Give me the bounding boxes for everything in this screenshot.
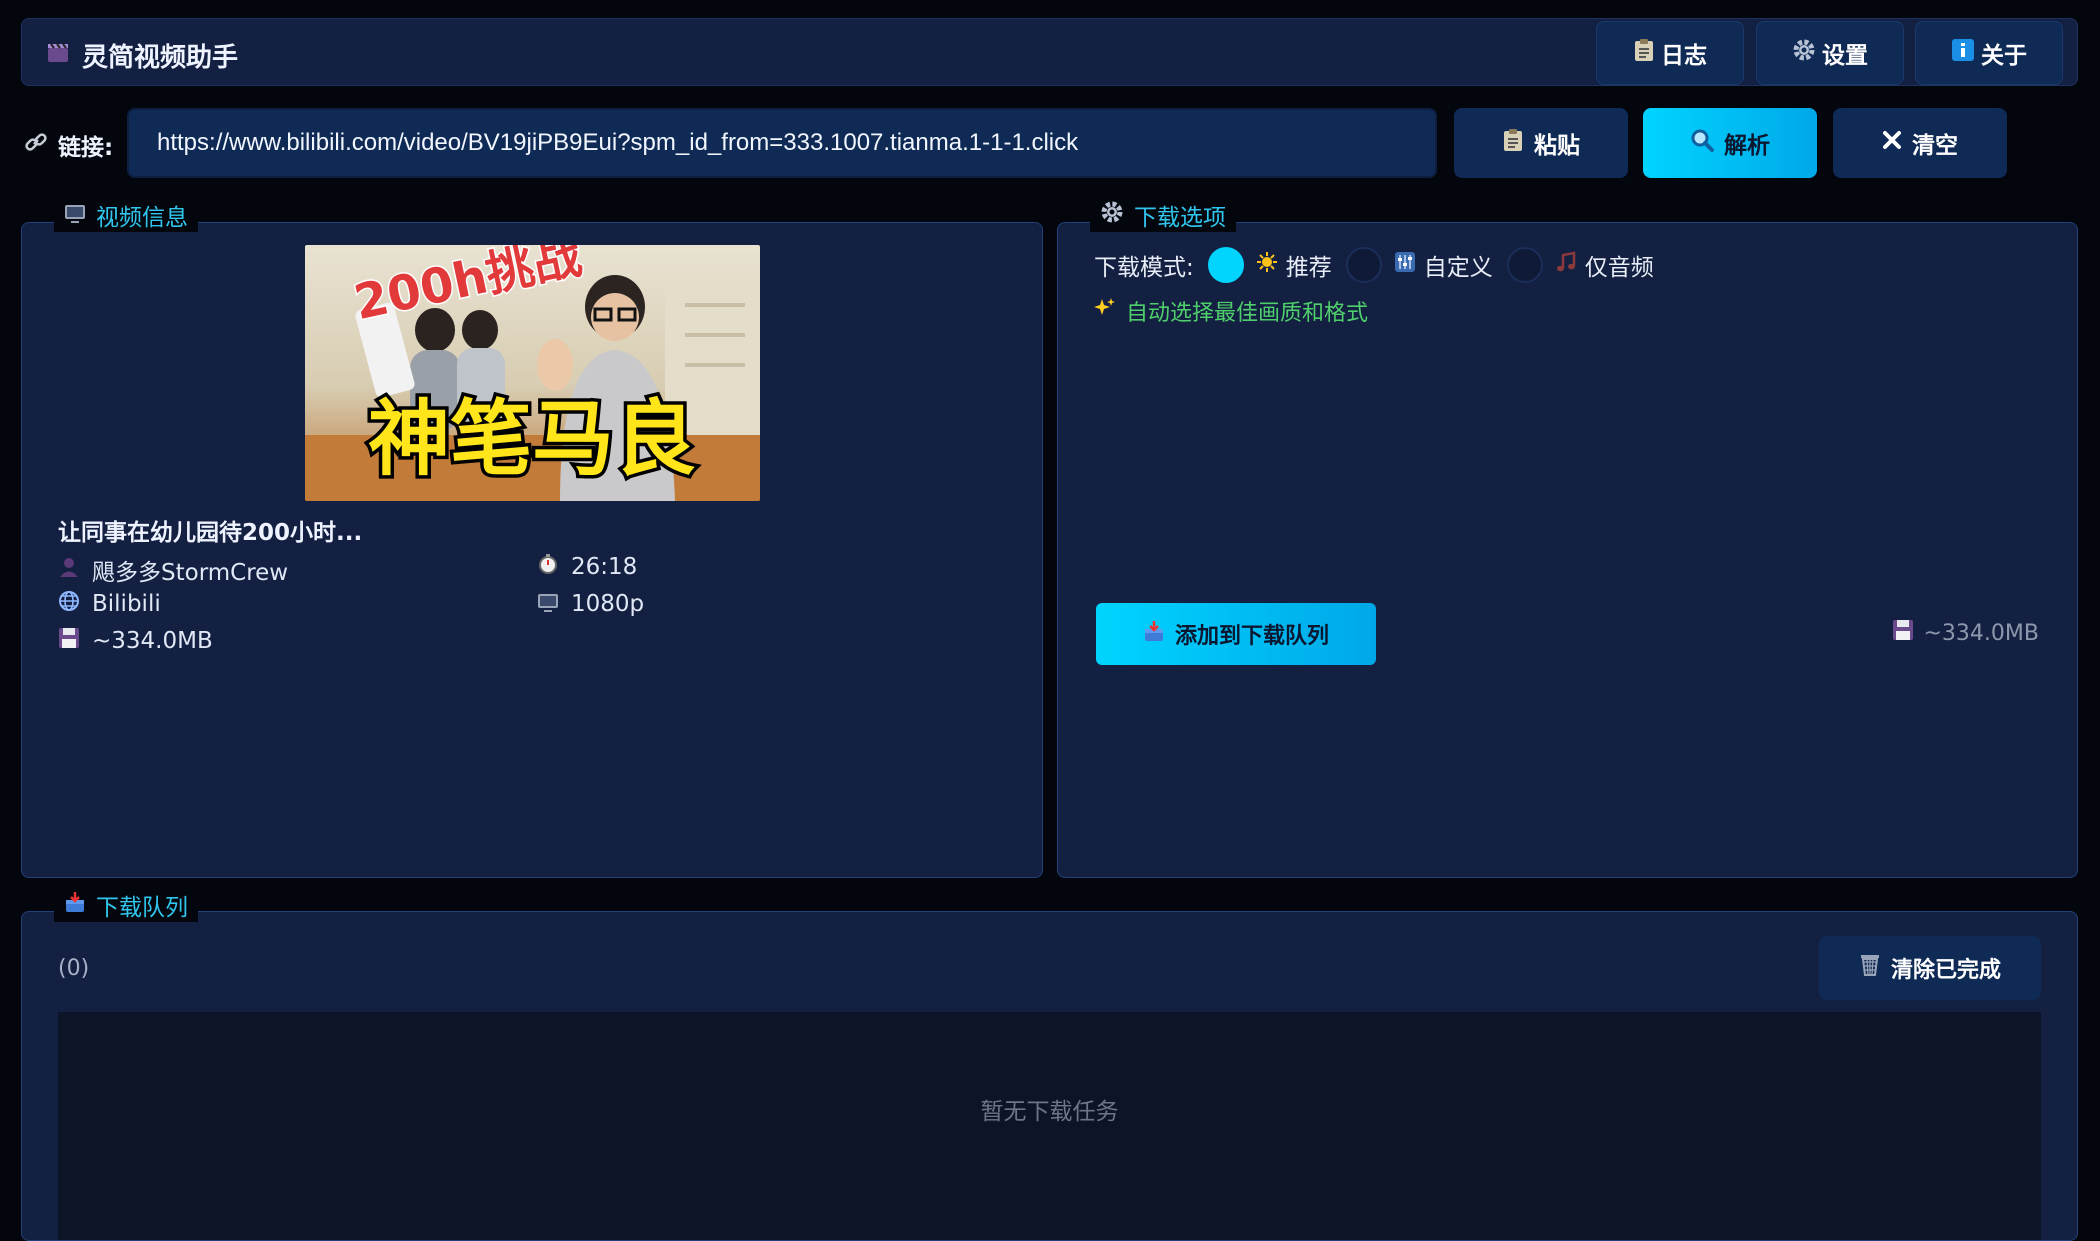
- music-note-icon: [1555, 251, 1577, 279]
- sun-icon: [1256, 251, 1278, 279]
- mode-label: 下载模式:: [1094, 255, 1194, 281]
- url-label: 链接:: [24, 128, 113, 162]
- log-label: 日志: [1661, 43, 1707, 69]
- resolution-value: 1080p: [571, 591, 645, 617]
- info-icon: [1951, 38, 1975, 68]
- mode-selector: 下载模式: 推荐 自定义 仅音频: [1094, 247, 1654, 283]
- url-input[interactable]: [127, 108, 1437, 178]
- settings-button[interactable]: 设置: [1756, 21, 1904, 85]
- option-recommended-label: 推荐: [1285, 255, 1332, 281]
- video-title: 让同事在幼儿园待200小时...: [58, 520, 363, 546]
- estimated-size-value: ~334.0MB: [1923, 620, 2040, 646]
- clipboard-icon: [1633, 38, 1655, 68]
- gear-icon: [1100, 200, 1124, 230]
- floppy-icon: [58, 627, 80, 655]
- settings-label: 设置: [1822, 43, 1868, 69]
- app-title: 灵简视频助手: [46, 37, 238, 74]
- thumbnail-caption: 神笔马良: [368, 392, 696, 487]
- video-info-panel: 200h挑战 神笔马良 让同事在幼儿园待200小时... 飓多多StormCre…: [21, 222, 1043, 878]
- clear-label: 清空: [1912, 133, 1958, 159]
- magnifier-icon: [1690, 128, 1714, 158]
- video-thumbnail: 200h挑战 神笔马良: [305, 245, 760, 501]
- estimated-size: ~334.0MB: [1892, 619, 2040, 647]
- duration-row: 26:18: [537, 553, 637, 581]
- option-audio-only-label: 仅音频: [1584, 255, 1654, 281]
- queue-count: (0): [58, 956, 90, 981]
- app-header: 灵简视频助手 日志 设置 关于: [21, 18, 2078, 86]
- about-label: 关于: [1981, 43, 2027, 69]
- tv-icon: [64, 201, 86, 229]
- download-options-legend-text: 下载选项: [1134, 205, 1226, 231]
- uploader-name: 飓多多StormCrew: [92, 560, 289, 586]
- add-to-queue-label: 添加到下载队列: [1174, 624, 1329, 649]
- link-icon: [24, 130, 48, 160]
- platform-row: Bilibili: [58, 590, 161, 618]
- size-row: ~334.0MB: [58, 627, 213, 655]
- size-value: ~334.0MB: [92, 628, 213, 654]
- cross-icon: [1882, 130, 1902, 156]
- radio-audio-only[interactable]: [1506, 247, 1543, 283]
- download-options-panel: 下载模式: 推荐 自定义 仅音频 自动选择最佳画质和格式 添加到下载队列 ~33…: [1057, 222, 2078, 878]
- tv-icon: [537, 590, 559, 618]
- option-recommended[interactable]: 推荐: [1256, 248, 1332, 282]
- about-button[interactable]: 关于: [1915, 21, 2063, 85]
- uploader-row: 飓多多StormCrew: [58, 553, 288, 587]
- option-custom-label: 自定义: [1423, 255, 1493, 281]
- inbox-icon: [1143, 620, 1165, 648]
- clapper-icon: [46, 40, 70, 71]
- inbox-icon: [64, 891, 86, 919]
- download-queue-legend-text: 下载队列: [96, 895, 188, 921]
- duration-value: 26:18: [571, 554, 638, 580]
- clear-button[interactable]: 清空: [1833, 108, 2007, 178]
- download-queue-panel: (0) 清除已完成 暂无下载任务: [21, 911, 2078, 1241]
- paste-button[interactable]: 粘贴: [1454, 108, 1628, 178]
- platform-value: Bilibili: [92, 591, 161, 617]
- globe-icon: [58, 590, 80, 618]
- person-icon: [58, 556, 80, 584]
- option-custom[interactable]: 自定义: [1394, 248, 1493, 282]
- clear-completed-button[interactable]: 清除已完成: [1819, 936, 2041, 1000]
- queue-empty-text: 暂无下载任务: [980, 1099, 1119, 1125]
- gear-icon: [1792, 38, 1816, 68]
- sparkles-icon: [1094, 297, 1116, 325]
- parse-button[interactable]: 解析: [1643, 108, 1817, 178]
- option-audio-only[interactable]: 仅音频: [1555, 248, 1654, 282]
- video-info-legend-text: 视频信息: [96, 205, 188, 231]
- download-options-legend: 下载选项: [1090, 198, 1236, 232]
- url-label-text: 链接:: [58, 135, 114, 161]
- paste-label: 粘贴: [1534, 133, 1580, 159]
- stopwatch-icon: [537, 553, 559, 581]
- trash-basket-icon: [1859, 953, 1881, 983]
- clear-completed-label: 清除已完成: [1890, 958, 2001, 983]
- sliders-icon: [1394, 251, 1416, 279]
- queue-list: 暂无下载任务: [58, 1012, 2041, 1240]
- parse-label: 解析: [1724, 133, 1770, 159]
- clipboard-icon: [1502, 128, 1524, 158]
- radio-custom[interactable]: [1345, 247, 1382, 283]
- app-title-text: 灵简视频助手: [82, 43, 239, 73]
- resolution-row: 1080p: [537, 590, 644, 618]
- download-queue-legend: 下载队列: [54, 888, 198, 922]
- add-to-queue-button[interactable]: 添加到下载队列: [1096, 603, 1376, 665]
- mode-hint: 自动选择最佳画质和格式: [1094, 295, 1368, 327]
- video-info-legend: 视频信息: [54, 198, 198, 232]
- log-button[interactable]: 日志: [1596, 21, 1744, 85]
- mode-hint-text: 自动选择最佳画质和格式: [1126, 301, 1369, 326]
- radio-recommended[interactable]: [1207, 247, 1244, 283]
- floppy-icon: [1892, 619, 1914, 647]
